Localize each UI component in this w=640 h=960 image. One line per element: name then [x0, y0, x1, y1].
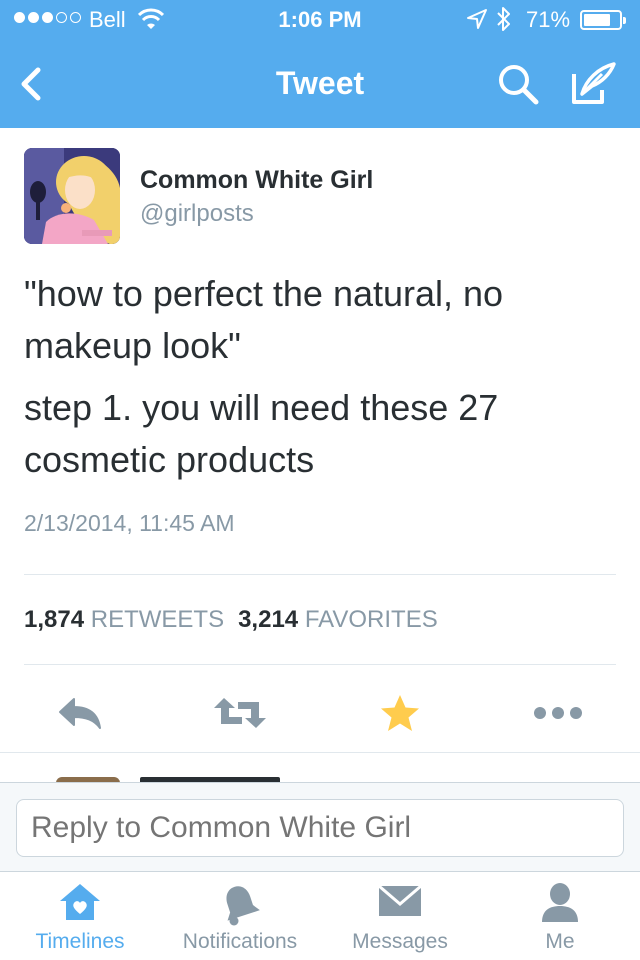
bluetooth-icon: [497, 7, 510, 31]
person-icon: [542, 883, 578, 922]
tab-me[interactable]: Me: [480, 872, 640, 960]
retweets-label[interactable]: RETWEETS: [91, 606, 224, 633]
battery-icon: [580, 10, 626, 30]
more-options-button[interactable]: [528, 688, 588, 738]
location-arrow-icon: [467, 9, 487, 29]
next-reply-preview: [0, 752, 640, 782]
author-avatar[interactable]: [24, 148, 120, 244]
favorites-label[interactable]: FAVORITES: [305, 606, 438, 633]
reply-input[interactable]: [16, 799, 624, 857]
home-icon: [60, 884, 100, 920]
more-dots-icon: [534, 707, 582, 719]
envelope-icon: [378, 884, 422, 916]
header: Bell 1:06 PM 71% Tweet: [0, 0, 640, 128]
tweet-text: "how to perfect the natural, no makeup l…: [24, 268, 614, 496]
nav-bar: Tweet: [0, 40, 640, 128]
bell-icon: [226, 886, 260, 926]
author-handle[interactable]: @girlposts: [140, 200, 254, 228]
tab-messages[interactable]: Messages: [320, 872, 480, 960]
page-title: Tweet: [275, 65, 365, 101]
tab-bar: Timelines Notifications Messages Me: [0, 872, 640, 960]
tab-notifications[interactable]: Notifications: [160, 872, 320, 960]
status-bar: Bell 1:06 PM 71%: [0, 0, 640, 40]
tab-label: Notifications: [182, 930, 298, 953]
retweet-button[interactable]: [208, 688, 272, 738]
favorites-count[interactable]: 3,214: [238, 606, 298, 633]
tab-timelines[interactable]: Timelines: [0, 872, 160, 960]
reply-icon: [59, 698, 101, 729]
tweet-text-line: "how to perfect the natural, no makeup l…: [24, 273, 504, 366]
compose-tweet-icon[interactable]: [568, 60, 620, 108]
reply-button[interactable]: [52, 688, 108, 738]
divider: [24, 664, 616, 665]
favorite-button[interactable]: [372, 688, 428, 738]
tweet-actions: [0, 688, 640, 738]
star-icon: [381, 695, 419, 731]
tab-label: Messages: [352, 930, 448, 953]
battery-percent: 71%: [526, 7, 571, 32]
retweets-count[interactable]: 1,874: [24, 606, 84, 633]
reply-bar: [0, 782, 640, 872]
tab-label: Timelines: [35, 930, 125, 953]
search-icon[interactable]: [494, 60, 542, 108]
tab-label: Me: [545, 930, 575, 953]
author-name[interactable]: Common White Girl: [140, 166, 373, 195]
tweet-stats: 1,874 RETWEETS 3,214 FAVORITES: [24, 606, 438, 634]
avatar-illustration: [24, 148, 120, 244]
divider: [24, 574, 616, 575]
retweet-icon: [214, 698, 266, 728]
tweet-text-line: step 1. you will need these 27 cosmetic …: [24, 387, 499, 480]
tweet-timestamp: 2/13/2014, 11:45 AM: [24, 510, 235, 536]
